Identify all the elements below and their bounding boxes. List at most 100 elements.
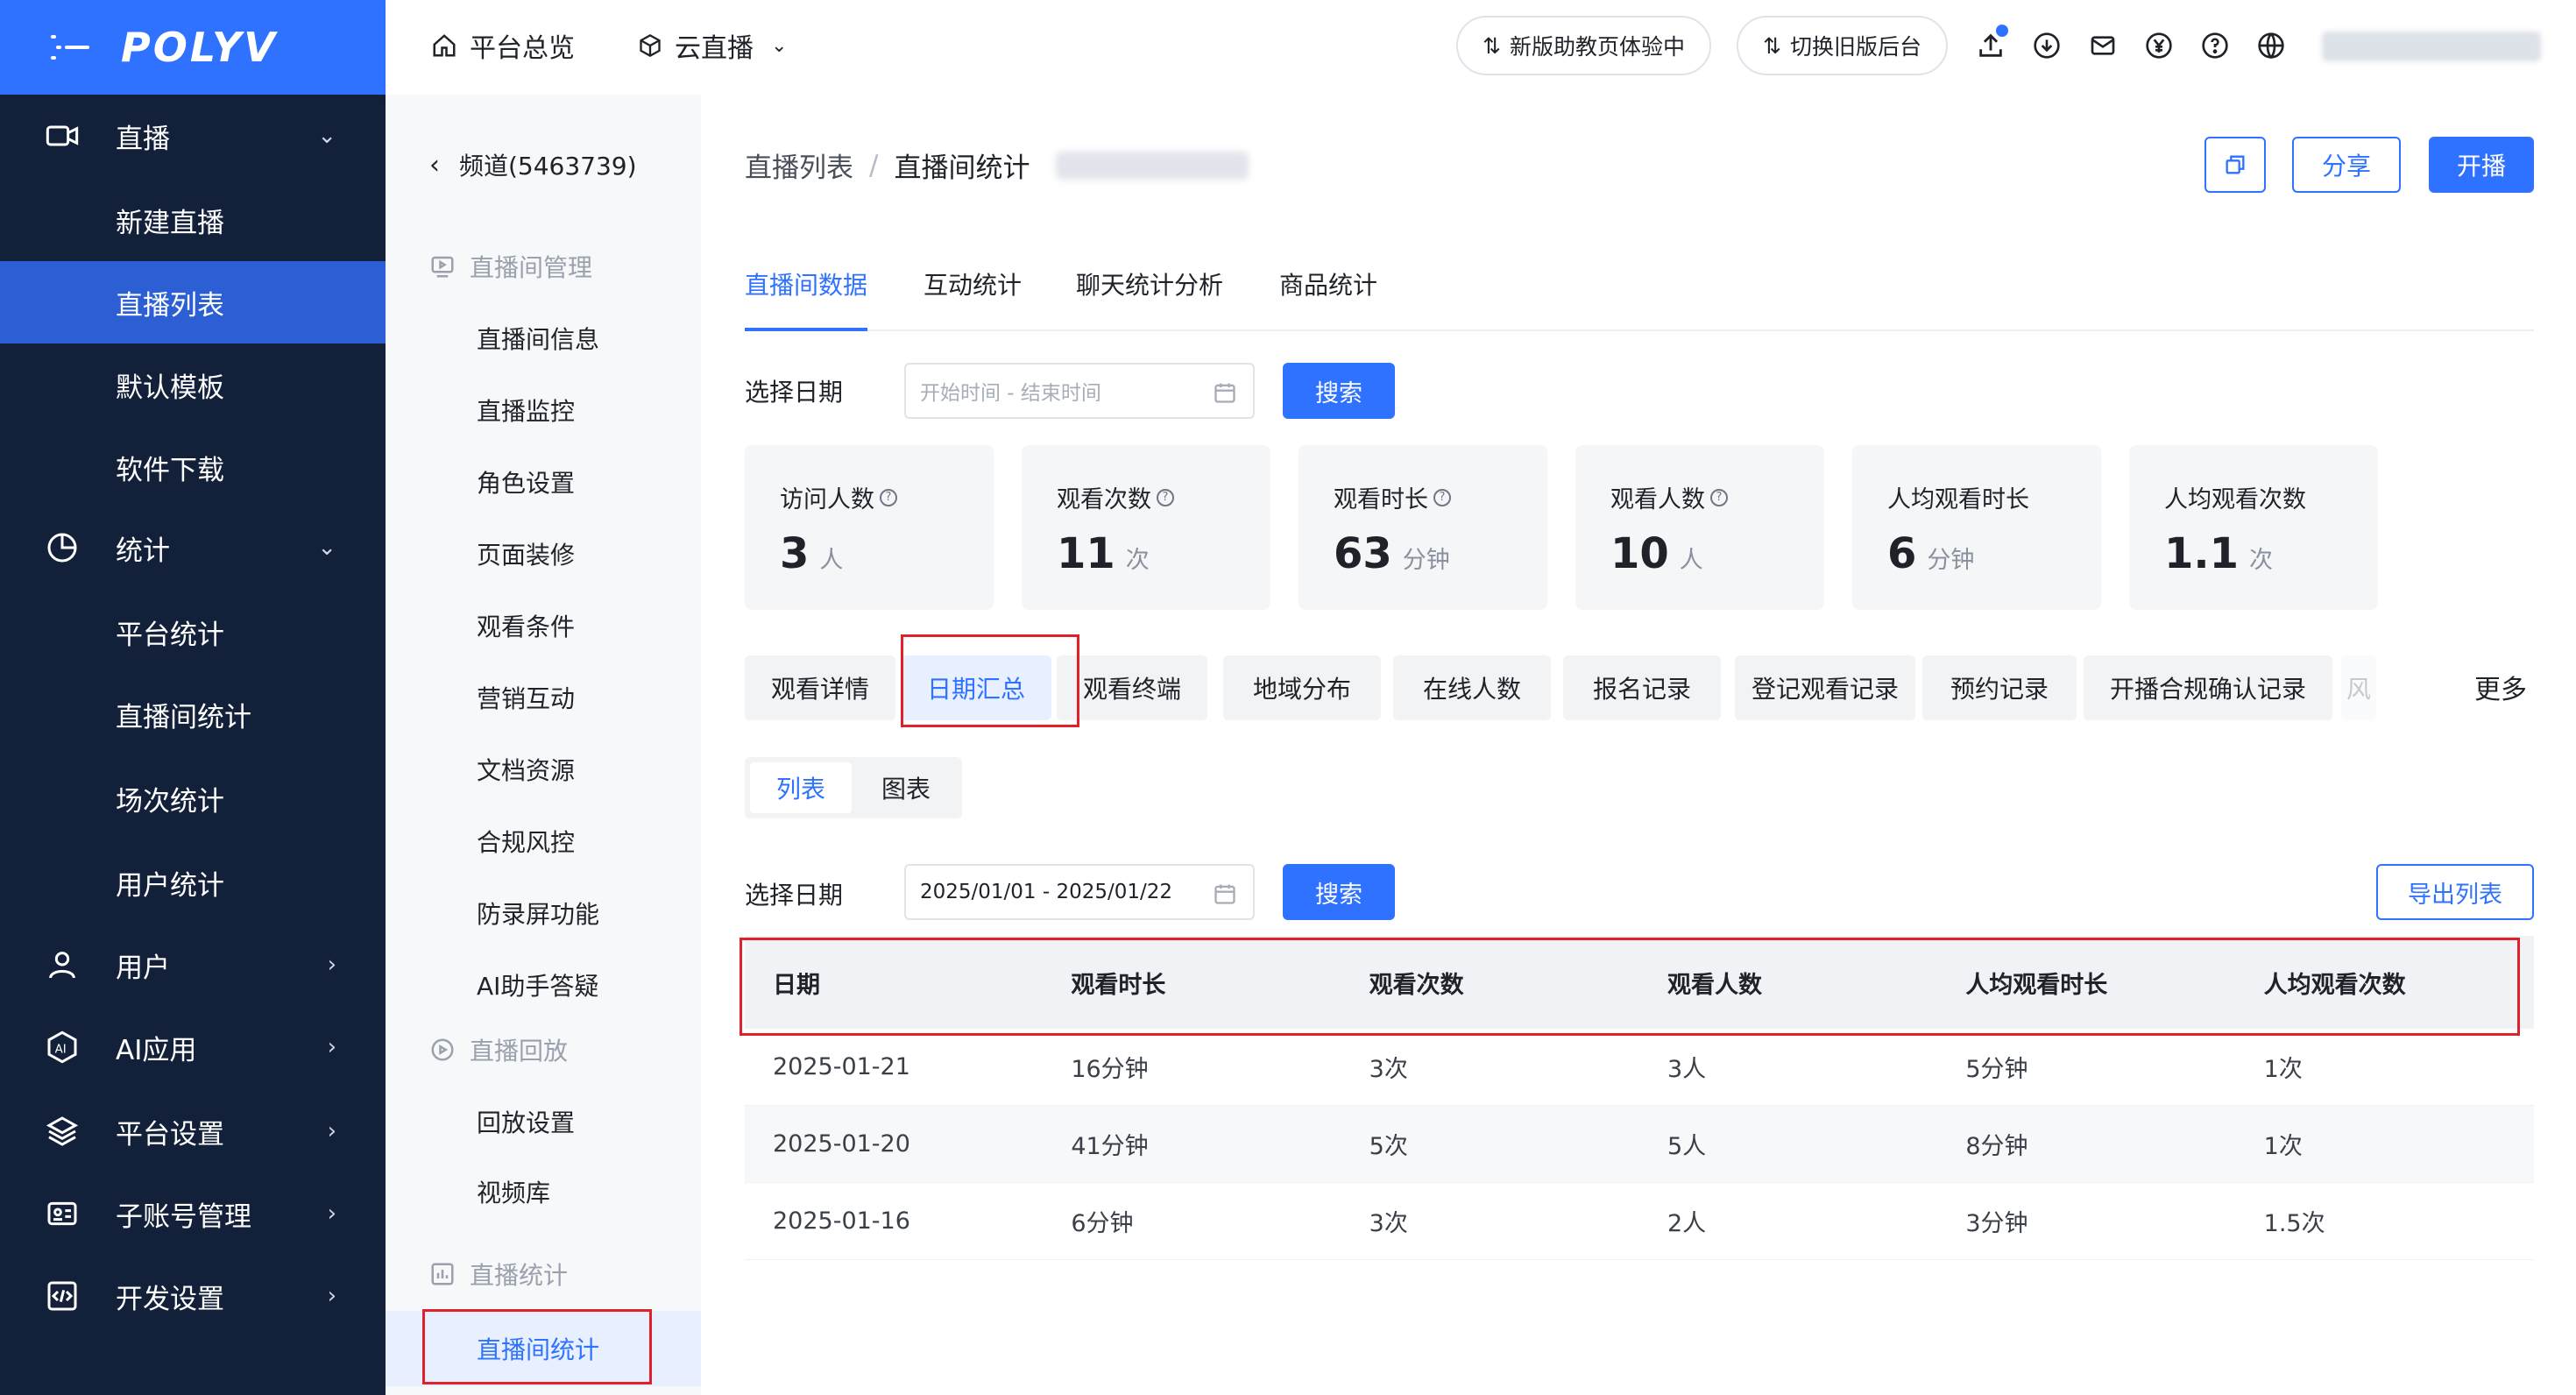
- table-cell: 3次: [1369, 1210, 1408, 1237]
- view-chart-option[interactable]: 图表: [855, 762, 957, 813]
- calendar-icon: [1214, 383, 1235, 403]
- sidebar-item-4[interactable]: 软件下载: [0, 426, 386, 508]
- switch-old-backend-pill[interactable]: ⇅ 切换旧版后台: [1737, 16, 1948, 75]
- ai-icon: AI: [44, 1029, 81, 1066]
- nav-platform-overview[interactable]: 平台总览: [431, 26, 575, 65]
- nav-platform-overview-label: 平台总览: [470, 33, 575, 64]
- upload-icon[interactable]: [1973, 25, 2008, 63]
- globe-icon[interactable]: [2254, 28, 2289, 63]
- date-range-input-2[interactable]: 2025/01/01 - 2025/01/22: [904, 864, 1255, 920]
- group-live-stats: 直播统计: [429, 1257, 568, 1292]
- view-list-option[interactable]: 列表: [750, 762, 852, 813]
- table-cell: 2人: [1667, 1210, 1707, 1237]
- sidebar-item-5[interactable]: 统计 ⌄: [0, 506, 386, 589]
- sidebar-item-1[interactable]: 新建直播: [0, 179, 386, 261]
- sidebar-item-label: 直播间统计: [116, 701, 251, 733]
- breadcrumb-live-list[interactable]: 直播列表: [745, 145, 853, 185]
- switch-arrows-icon: ⇅: [1763, 32, 1781, 59]
- stat-title-text: 观看人数: [1610, 486, 1705, 513]
- panel-item-4[interactable]: 观看条件: [477, 608, 575, 643]
- tab-chat-analysis[interactable]: 聊天统计分析: [1076, 266, 1223, 331]
- tab-room-data[interactable]: 直播间数据: [745, 266, 868, 331]
- subtab-0[interactable]: 观看详情: [745, 655, 895, 720]
- sidebar-item-7[interactable]: 直播间统计: [0, 673, 386, 755]
- stat-unit: 人: [819, 547, 844, 574]
- panel-item-8[interactable]: 防录屏功能: [477, 896, 599, 931]
- sidebar-item-9[interactable]: 用户统计: [0, 841, 386, 924]
- export-list-button[interactable]: 导出列表: [2376, 864, 2534, 920]
- nav-cloud-live[interactable]: 云直播 ⌄: [638, 26, 787, 65]
- new-assistant-pill[interactable]: ⇅ 新版助教页体验中: [1456, 16, 1711, 75]
- replay-icon: [431, 1038, 454, 1061]
- stat-title: 观看人数?: [1610, 480, 1728, 514]
- panel-item-3[interactable]: 页面装修: [477, 536, 575, 571]
- subtab-5[interactable]: 报名记录: [1563, 655, 1721, 720]
- sidebar-item-label: 软件下载: [116, 454, 224, 486]
- sidebar-item-14[interactable]: 开发设置 ›: [0, 1255, 386, 1337]
- panel-item-2[interactable]: 角色设置: [477, 464, 575, 499]
- search-button[interactable]: 搜索: [1283, 363, 1395, 419]
- stat-value: 6 分钟: [1887, 529, 1974, 578]
- share-button[interactable]: 分享: [2292, 137, 2401, 193]
- logo[interactable]: POLYV: [121, 24, 278, 71]
- chevron-right-icon: ›: [327, 1200, 336, 1227]
- menu-icon[interactable]: [51, 32, 89, 63]
- date-range-input[interactable]: 开始时间 - 结束时间: [904, 363, 1255, 419]
- help-icon[interactable]: ?: [880, 488, 897, 506]
- sidebar-item-13[interactable]: 子账号管理 ›: [0, 1172, 386, 1255]
- subtab-3[interactable]: 地域分布: [1223, 655, 1381, 720]
- start-live-button[interactable]: 开播: [2429, 137, 2534, 193]
- group-replay: 直播回放: [429, 1032, 568, 1067]
- stat-unit: 次: [1125, 547, 1150, 574]
- mail-icon[interactable]: [2085, 28, 2120, 63]
- copy-button[interactable]: [2204, 137, 2266, 193]
- stat-unit: 人: [1679, 547, 1703, 574]
- stat-value-number: 6: [1887, 529, 1917, 578]
- sidebar-item-0[interactable]: 直播 ⌄: [0, 95, 386, 177]
- panel-item-video-library[interactable]: 视频库: [477, 1174, 550, 1209]
- sidebar-item-12[interactable]: 平台设置 ›: [0, 1090, 386, 1172]
- sidebar-item-8[interactable]: 场次统计: [0, 757, 386, 839]
- subtab-7[interactable]: 预约记录: [1922, 655, 2077, 720]
- subtab-6[interactable]: 登记观看记录: [1735, 655, 1915, 720]
- panel-item-9[interactable]: AI助手答疑: [477, 967, 598, 1002]
- download-icon[interactable]: [2029, 28, 2064, 63]
- tab-product-stats[interactable]: 商品统计: [1279, 266, 1377, 331]
- help-icon[interactable]: ?: [1157, 488, 1174, 506]
- chevron-down-icon: ⌄: [317, 535, 336, 561]
- panel-item-0[interactable]: 直播间信息: [477, 321, 599, 356]
- highlight-box-date-summary: [901, 634, 1079, 727]
- subtab-8[interactable]: 开播合规确认记录: [2084, 655, 2332, 720]
- chevron-right-icon: ›: [327, 1034, 336, 1060]
- sidebar-item-2[interactable]: 直播列表: [0, 261, 386, 343]
- sidebar-item-10[interactable]: 用户 ›: [0, 924, 386, 1006]
- bar-chart-icon: [431, 1263, 454, 1285]
- stat-title: 观看次数?: [1057, 480, 1174, 514]
- panel-item-1[interactable]: 直播监控: [477, 393, 575, 428]
- sidebar-item-label: 直播: [116, 123, 170, 155]
- table-cell: 1次: [2263, 1133, 2303, 1160]
- help-icon[interactable]: ?: [1710, 488, 1728, 506]
- tab-interaction-stats[interactable]: 互动统计: [924, 266, 1022, 331]
- room-name-blurred: [1056, 151, 1249, 180]
- help-icon[interactable]: [2197, 28, 2233, 63]
- user-account-blurred[interactable]: [2322, 32, 2541, 61]
- currency-icon[interactable]: [2141, 28, 2176, 63]
- panel-item-5[interactable]: 营销互动: [477, 680, 575, 715]
- panel-item-replay-settings[interactable]: 回放设置: [477, 1104, 575, 1139]
- panel-item-6[interactable]: 文档资源: [477, 752, 575, 787]
- sidebar-item-11[interactable]: AI AI应用 ›: [0, 1006, 386, 1088]
- back-to-channel[interactable]: ‹ 频道(5463739): [429, 147, 637, 182]
- sidebar-item-label: AI应用: [116, 1034, 197, 1066]
- subtab-9[interactable]: 风: [2341, 655, 2376, 720]
- sidebar-item-6[interactable]: 平台统计: [0, 591, 386, 673]
- main-content: 直播列表 / 直播间统计 分享 开播 直播间数据 互动统计 聊天统计分析 商品统…: [701, 95, 2576, 1395]
- search-button-2[interactable]: 搜索: [1283, 864, 1395, 920]
- panel-item-7[interactable]: 合规风控: [477, 824, 575, 859]
- subtab-4[interactable]: 在线人数: [1393, 655, 1551, 720]
- help-icon[interactable]: ?: [1433, 488, 1451, 506]
- table-cell: 2025-01-16: [773, 1207, 910, 1235]
- more-button[interactable]: 更多: [2474, 668, 2527, 706]
- table-cell: 3人: [1667, 1056, 1707, 1083]
- sidebar-item-3[interactable]: 默认模板: [0, 343, 386, 426]
